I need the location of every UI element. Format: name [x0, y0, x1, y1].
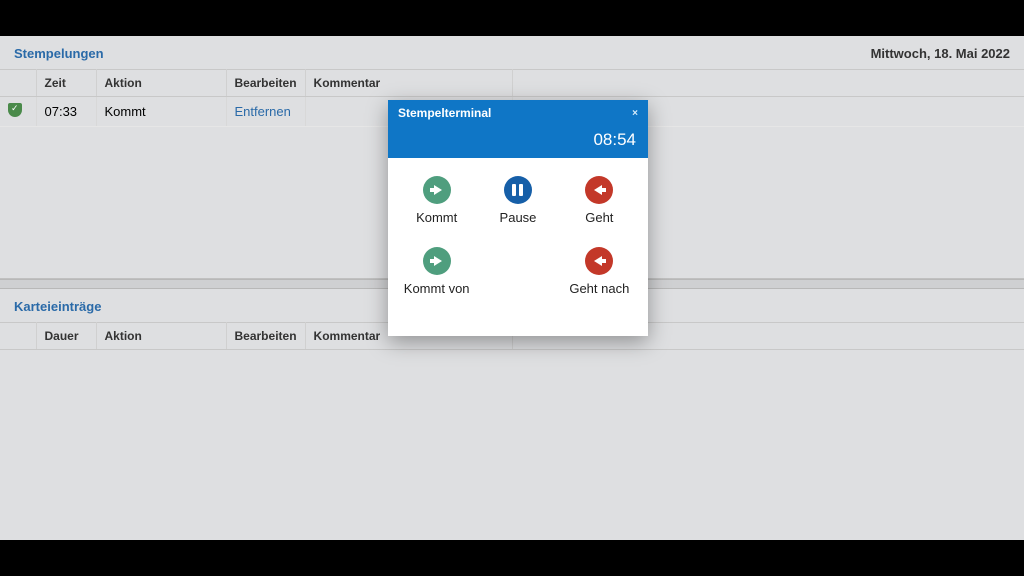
remove-link[interactable]: Entfernen: [235, 104, 291, 119]
pause-label: Pause: [500, 210, 537, 225]
kommt-button[interactable]: Kommt: [396, 176, 477, 225]
geht-button[interactable]: Geht: [559, 176, 640, 225]
dialog-time: 08:54: [388, 126, 648, 158]
current-date: Mittwoch, 18. Mai 2022: [871, 46, 1010, 61]
table-header-row: Zeit Aktion Bearbeiten Kommentar: [0, 70, 1024, 97]
kommt-label: Kommt: [416, 210, 457, 225]
dialog-title: Stempelterminal: [398, 106, 491, 120]
pause-button[interactable]: Pause: [477, 176, 558, 225]
row-bearbeiten: Entfernen: [226, 97, 305, 127]
arrow-left-icon: [585, 247, 613, 275]
col-icon-header: [0, 70, 36, 97]
row-status-cell: [0, 97, 36, 127]
col-zeit-header[interactable]: Zeit: [36, 70, 96, 97]
col-kommentar-header[interactable]: Kommentar: [305, 70, 512, 97]
kommt-von-button[interactable]: Kommt von: [396, 247, 477, 296]
arrow-left-icon: [585, 176, 613, 204]
geht-nach-label: Geht nach: [569, 281, 629, 296]
col-aktion-header[interactable]: Aktion: [96, 70, 226, 97]
dialog-body: Kommt Pause Geht Kommt von Geht nach: [388, 158, 648, 336]
col-dauer-header[interactable]: Dauer: [36, 323, 96, 350]
col-spacer: [512, 70, 1024, 97]
geht-nach-button[interactable]: Geht nach: [559, 247, 640, 296]
spacer: [477, 247, 558, 296]
geht-label: Geht: [585, 210, 613, 225]
dialog-header: Stempelterminal ×: [388, 100, 648, 126]
col-icon-header: [0, 323, 36, 350]
arrow-right-icon: [423, 247, 451, 275]
col-bearbeiten-header[interactable]: Bearbeiten: [226, 70, 305, 97]
stempelungen-header: Stempelungen Mittwoch, 18. Mai 2022: [0, 36, 1024, 69]
pause-icon: [504, 176, 532, 204]
row-zeit: 07:33: [36, 97, 96, 127]
row-aktion: Kommt: [96, 97, 226, 127]
shield-icon: [8, 103, 22, 117]
stempelterminal-dialog: Stempelterminal × 08:54 Kommt Pause Geht…: [388, 100, 648, 336]
col-aktion-header2[interactable]: Aktion: [96, 323, 226, 350]
arrow-right-icon: [423, 176, 451, 204]
kommt-von-label: Kommt von: [404, 281, 470, 296]
stempelungen-title: Stempelungen: [14, 46, 104, 61]
close-icon[interactable]: ×: [632, 108, 638, 119]
karteieintraege-title: Karteieinträge: [14, 299, 101, 314]
col-bearbeiten-header2[interactable]: Bearbeiten: [226, 323, 305, 350]
